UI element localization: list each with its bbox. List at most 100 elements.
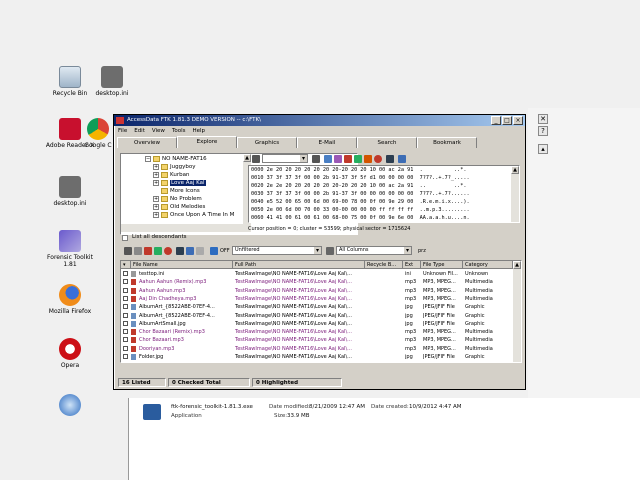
minimize-button[interactable]: _ <box>491 116 501 125</box>
table-row[interactable]: testtop.ini TestRawImage\NO NAME-FAT16\Lo… <box>121 270 513 278</box>
tree-item-old-melodies[interactable]: + Old Melodies <box>153 203 205 211</box>
desktop-icon-opera[interactable]: Opera <box>40 338 100 369</box>
row-checkbox[interactable] <box>123 279 128 285</box>
expand-icon[interactable]: + <box>153 171 159 178</box>
row-checkbox[interactable] <box>123 345 128 351</box>
row-checkbox[interactable] <box>123 271 128 276</box>
collapse-icon[interactable]: − <box>145 155 151 162</box>
filter-icon[interactable] <box>210 247 218 255</box>
tab-explore[interactable]: Explore <box>177 136 237 148</box>
desktop-icon-firefox[interactable]: Mozilla Firefox <box>40 284 100 315</box>
table-row[interactable]: AlbumArtSmall.jpg TestRawImage\NO NAME-FA… <box>121 320 513 328</box>
tree-item-juggyboy[interactable]: + Juggyboy <box>153 163 195 171</box>
tree-item-more-icons[interactable]: More Icons <box>153 187 200 195</box>
expand-icon[interactable]: + <box>153 179 159 186</box>
list-scrollbar[interactable]: ▲ <box>513 261 521 362</box>
close-icon[interactable]: ✕ <box>538 114 548 124</box>
col-category[interactable]: Category <box>463 261 513 269</box>
table-row[interactable]: Aahun Aahun (Remix).mp3 TestRawImage\NO N… <box>121 278 513 286</box>
tab-email[interactable]: E-Mail <box>297 137 357 148</box>
menu-help[interactable]: Help <box>193 126 206 136</box>
hex-viewer[interactable]: 0000 2e 20 20 20 20 20 20 20-20 20 20 10… <box>248 165 520 223</box>
tree-item-kurban[interactable]: + Kurban <box>153 171 189 179</box>
hex-home-icon[interactable] <box>252 155 260 163</box>
row-checkbox[interactable] <box>123 295 128 301</box>
table-row[interactable]: Dooriyan.mp3 TestRawImage\NO NAME-FAT16\L… <box>121 345 513 353</box>
col-full-path[interactable]: Full Path <box>233 261 365 269</box>
expand-icon[interactable]: + <box>153 203 159 210</box>
tab-overview[interactable]: Overview <box>117 137 177 148</box>
hex-tool4-icon[interactable] <box>354 155 362 163</box>
hex-print-icon[interactable] <box>398 155 406 163</box>
close-button[interactable]: × <box>513 116 523 125</box>
expand-icon[interactable]: + <box>153 195 159 202</box>
tab-search[interactable]: Search <box>357 137 417 148</box>
row-checkbox[interactable] <box>123 304 128 310</box>
list-tool6-icon[interactable] <box>176 247 184 255</box>
desktop-icon-desktop-ini-2[interactable]: desktop.ini <box>40 176 100 207</box>
table-row[interactable]: Chor Bazaari.mp3 TestRawImage\NO NAME-FAT… <box>121 336 513 344</box>
hex-tool5-icon[interactable] <box>364 155 372 163</box>
tree-hscrollbar[interactable] <box>121 224 251 232</box>
row-checkbox[interactable] <box>123 312 128 318</box>
col-file-type[interactable]: File Type <box>421 261 463 269</box>
row-checkbox[interactable] <box>123 329 128 335</box>
tab-bookmark[interactable]: Bookmark <box>417 137 477 148</box>
columns-icon[interactable] <box>326 247 334 255</box>
scroll-up-icon[interactable]: ▲ <box>243 154 251 162</box>
table-row[interactable]: AlbumArt_{8522ABE-07EF-4... TestRawImage\… <box>121 312 513 320</box>
hex-back-icon[interactable] <box>312 155 320 163</box>
table-row[interactable]: Aahun Aahun.mp3 TestRawImage\NO NAME-FAT1… <box>121 287 513 295</box>
hex-scrollbar[interactable]: ▲ <box>511 166 519 222</box>
list-tool7-icon[interactable] <box>186 247 194 255</box>
hex-save-icon[interactable] <box>386 155 394 163</box>
menu-view[interactable]: View <box>152 126 165 136</box>
filter-combo[interactable]: Unfiltered <box>232 246 322 255</box>
hex-tool2-icon[interactable] <box>334 155 342 163</box>
tree-item-once-upon-a-time[interactable]: + Once Upon A Time In M <box>153 211 243 219</box>
hex-stop-icon[interactable] <box>374 155 382 163</box>
list-tool5-icon[interactable] <box>164 247 172 255</box>
expand-icon[interactable]: + <box>153 163 159 170</box>
desktop-icon-forensic-toolkit[interactable]: Forensic Toolkit 1.81 <box>40 230 100 268</box>
hex-tool3-icon[interactable] <box>344 155 352 163</box>
row-checkbox[interactable] <box>123 337 128 343</box>
file-list[interactable]: ▾ File Name Full Path Recycle B... Ext F… <box>120 260 522 363</box>
row-checkbox[interactable] <box>123 320 128 326</box>
tree-root[interactable]: − NO NAME-FAT16 <box>145 155 207 163</box>
list-tool1-icon[interactable] <box>124 247 132 255</box>
menu-edit[interactable]: Edit <box>134 126 145 136</box>
hex-view-combo[interactable] <box>262 154 308 163</box>
title-bar[interactable]: AccessData FTK 1.81.3 DEMO VERSION -- c:… <box>114 115 525 126</box>
col-file-name[interactable]: File Name <box>131 261 233 269</box>
row-checkbox[interactable] <box>123 287 128 293</box>
tab-graphics[interactable]: Graphics <box>237 137 297 148</box>
list-tool3-icon[interactable] <box>144 247 152 255</box>
menu-file[interactable]: File <box>118 126 127 136</box>
expand-icon[interactable]: + <box>153 211 159 218</box>
list-tool2-icon[interactable] <box>134 247 142 255</box>
list-all-descendants-checkbox[interactable] <box>122 235 128 241</box>
hex-tool1-icon[interactable] <box>324 155 332 163</box>
table-row[interactable]: Aaj Din Chadheya.mp3 TestRawImage\NO NAME… <box>121 295 513 303</box>
maximize-button[interactable]: □ <box>502 116 512 125</box>
scroll-up-icon[interactable]: ▴ <box>538 144 548 154</box>
help-icon[interactable]: ? <box>538 126 548 136</box>
col-ext[interactable]: Ext <box>403 261 421 269</box>
columns-combo[interactable]: All Columns <box>336 246 412 255</box>
table-row[interactable]: AlbumArt_{8522ABE-07EF-4... TestRawImage\… <box>121 303 513 311</box>
row-checkbox[interactable] <box>123 354 128 359</box>
table-row[interactable]: Chor Bazaari (Remix).mp3 TestRawImage\NO … <box>121 328 513 336</box>
list-tool4-icon[interactable] <box>154 247 162 255</box>
list-tool8-icon[interactable] <box>196 247 204 255</box>
filter-toggle[interactable]: OFF <box>220 248 230 254</box>
tree-item-love-aaj-kal[interactable]: + Love Aaj Kal <box>153 179 206 187</box>
desktop-icon-unknown[interactable] <box>40 394 100 418</box>
col-sort[interactable]: ▾ <box>121 261 131 269</box>
table-row[interactable]: Folder.jpg TestRawImage\NO NAME-FAT16\Lov… <box>121 353 513 361</box>
tree-item-no-problem[interactable]: + No Problem <box>153 195 202 203</box>
menu-tools[interactable]: Tools <box>172 126 186 136</box>
scroll-up-icon[interactable]: ▲ <box>511 166 519 174</box>
scroll-up-icon[interactable]: ▲ <box>513 261 521 269</box>
desktop-icon-desktop-ini[interactable]: desktop.ini <box>82 66 142 97</box>
